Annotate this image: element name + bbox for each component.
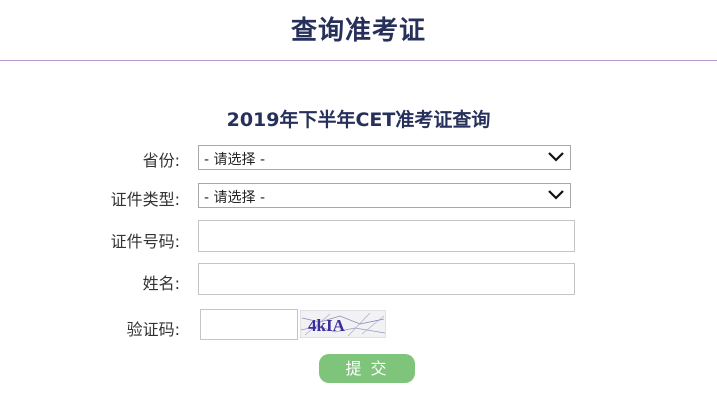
province-label: 省份:	[142, 151, 180, 170]
name-label: 姓名:	[142, 274, 180, 293]
captcha-text: 4kIA	[308, 316, 346, 335]
captcha-input[interactable]	[200, 309, 298, 340]
captcha-image[interactable]: 4kIA	[300, 310, 386, 338]
cert-type-selected-value: - 请选择 -	[204, 190, 266, 206]
page-title: 查询准考证	[290, 16, 426, 46]
submit-button[interactable]: 提 交	[319, 354, 415, 383]
page-header: 查询准考证	[0, 0, 717, 61]
id-number-label: 证件号码:	[110, 232, 180, 251]
province-selected-value: - 请选择 -	[204, 152, 266, 168]
form-title: 2019年下半年CET准考证查询	[226, 109, 491, 131]
id-number-input[interactable]	[198, 220, 575, 252]
chevron-down-icon	[548, 190, 564, 200]
province-select[interactable]: - 请选择 -	[198, 145, 571, 170]
chevron-down-icon	[548, 152, 564, 162]
cert-type-select[interactable]: - 请选择 -	[198, 183, 571, 208]
name-input[interactable]	[198, 263, 575, 295]
cert-type-label: 证件类型:	[110, 190, 180, 209]
captcha-label: 验证码:	[126, 320, 180, 339]
